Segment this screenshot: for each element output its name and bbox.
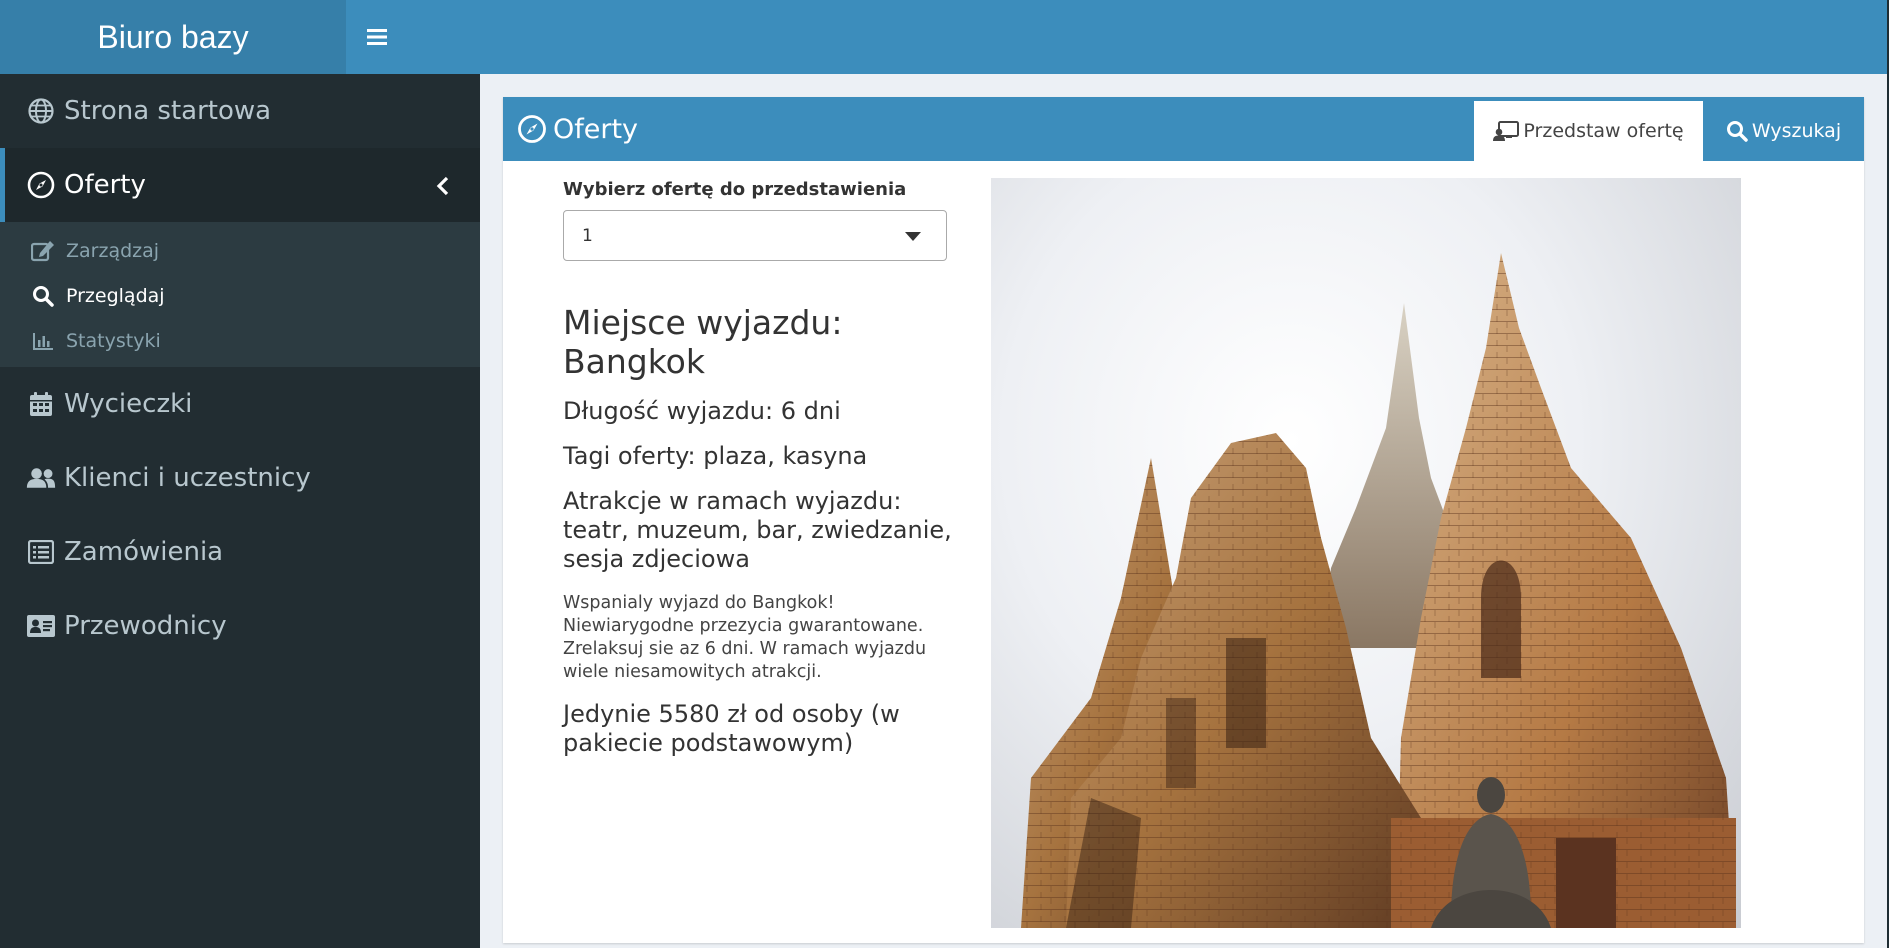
bars-icon <box>367 29 387 45</box>
tab-przedstaw-oferte[interactable]: Przedstaw ofertę <box>1474 101 1703 161</box>
sidebar-item-klienci[interactable]: Klienci i uczestnicy <box>0 441 480 515</box>
sidebar-item-zamowienia[interactable]: Zamówienia <box>0 515 480 589</box>
sidebar-item-przewodnicy[interactable]: Przewodnicy <box>0 589 480 663</box>
sidebar-item-label: Klienci i uczestnicy <box>64 463 311 493</box>
top-navbar: Biuro bazy <box>0 0 1889 74</box>
offer-tags: Tagi oferty: plaza, kasyna <box>563 442 868 470</box>
sidebar-item-label: Oferty <box>64 170 146 200</box>
sidebar-item-strona-startowa[interactable]: Strona startowa <box>0 74 480 148</box>
compass-icon <box>517 114 547 144</box>
sidebar: Strona startowa Oferty Zarządzaj Przeglą… <box>0 74 480 948</box>
sidebar-item-label: Zamówienia <box>64 537 224 567</box>
box-title: Oferty <box>517 97 638 161</box>
sidebar-subitem-zarzadzaj[interactable]: Zarządzaj <box>0 228 480 273</box>
globe-icon <box>26 96 56 126</box>
presentation-icon <box>1493 121 1520 141</box>
chevron-left-icon <box>436 173 450 203</box>
search-icon <box>30 283 56 309</box>
app-logo[interactable]: Biuro bazy <box>0 0 346 74</box>
sidebar-item-wycieczki[interactable]: Wycieczki <box>0 367 480 441</box>
id-card-icon <box>26 611 56 641</box>
sidebar-subitem-label: Zarządzaj <box>66 239 160 262</box>
sidebar-item-oferty[interactable]: Oferty <box>0 148 480 222</box>
offer-select-value: 1 <box>582 225 593 246</box>
sidebar-item-label: Wycieczki <box>64 389 193 419</box>
sidebar-toggle-button[interactable] <box>346 0 408 74</box>
edit-icon <box>30 238 56 264</box>
calendar-icon <box>26 389 56 419</box>
sidebar-subitem-label: Statystyki <box>66 329 161 352</box>
bar-chart-icon <box>30 328 56 354</box>
sidebar-subitem-statystyki[interactable]: Statystyki <box>0 318 480 363</box>
tab-wyszukaj[interactable]: Wyszukaj <box>1703 101 1864 161</box>
offer-photo <box>991 178 1741 928</box>
search-icon <box>1726 120 1748 142</box>
offer-attractions: Atrakcje w ramach wyjazdu: teatr, muzeum… <box>563 487 952 573</box>
offers-box: Oferty Przedstaw ofertę Wyszukaj Wybierz… <box>503 97 1864 943</box>
box-header: Oferty Przedstaw ofertę Wyszukaj <box>503 97 1864 161</box>
destination-heading: Miejsce wyjazdu: Bangkok <box>563 303 963 381</box>
users-icon <box>26 463 56 493</box>
caret-down-icon <box>905 232 921 241</box>
compass-icon <box>26 170 56 200</box>
temple-illustration <box>1021 253 1736 928</box>
destination-value: Bangkok <box>563 342 705 381</box>
sidebar-item-label: Przewodnicy <box>64 611 227 641</box>
tab-label: Wyszukaj <box>1751 120 1842 142</box>
destination-label: Miejsce wyjazdu: <box>563 303 843 342</box>
sidebar-submenu-oferty: Zarządzaj Przeglądaj Statystyki <box>0 222 480 367</box>
offer-details: Wybierz ofertę do przedstawienia 1 Miejs… <box>563 179 963 758</box>
box-title-text: Oferty <box>553 113 639 145</box>
offer-select[interactable]: 1 <box>563 210 947 261</box>
offer-select-label: Wybierz ofertę do przedstawienia <box>563 179 907 200</box>
sidebar-item-label: Strona startowa <box>64 96 272 126</box>
tab-label: Przedstaw ofertę <box>1523 120 1684 142</box>
offer-duration: Długość wyjazdu: 6 dni <box>563 397 841 425</box>
sidebar-subitem-przegladaj[interactable]: Przeglądaj <box>0 273 480 318</box>
offer-price: Jedynie 5580 zł od osoby (w pakiecie pod… <box>563 700 900 757</box>
offer-description: Wspanialy wyjazd do Bangkok! Niewiarygod… <box>563 593 927 682</box>
list-icon <box>26 537 56 567</box>
sidebar-subitem-label: Przeglądaj <box>66 284 165 307</box>
